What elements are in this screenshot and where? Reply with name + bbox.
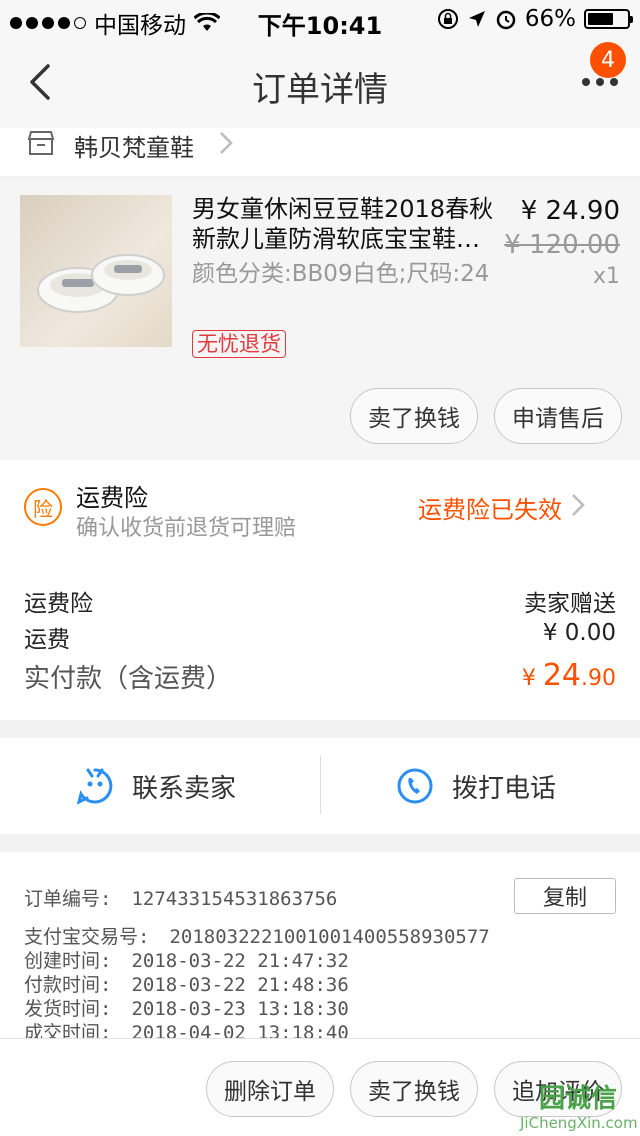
paid-time-row: 付款时间: 2018-03-22 21:48:36 bbox=[24, 974, 349, 996]
return-guarantee-badge: 无忧退货 bbox=[192, 330, 286, 358]
shop-icon bbox=[27, 131, 55, 155]
more-options-icon[interactable] bbox=[582, 78, 618, 86]
watermark-domain: JiChengXin.com bbox=[520, 1114, 638, 1132]
product-card[interactable]: 男女童休闲豆豆鞋2018春秋新款儿童防滑软底宝宝鞋… 颜色分类:BB09白色;尺… bbox=[0, 182, 640, 460]
order-info-section: 订单编号: 127433154531863756 复制 支付宝交易号: 201803… bbox=[0, 852, 640, 1038]
total-paid-row: 实付款（含运费） ¥ 24.90 bbox=[24, 658, 616, 695]
chevron-right-icon bbox=[220, 132, 233, 154]
page-title: 订单详情 bbox=[252, 70, 388, 110]
contact-seller-button[interactable]: 联系卖家 bbox=[76, 738, 236, 834]
site-watermark: 园诚信 JiChengXin.com bbox=[520, 1084, 638, 1134]
product-sku: 颜色分类:BB09白色;尺码:24 bbox=[192, 261, 490, 287]
alipay-number: 2018032221001001400558930577 bbox=[169, 926, 490, 948]
call-phone-label: 拨打电话 bbox=[452, 773, 557, 804]
bottom-action-bar: 删除订单 卖了换钱 追加评价 园诚信 JiChengXin.com bbox=[0, 1038, 640, 1136]
shop-row[interactable]: 韩贝梵童鞋 bbox=[0, 128, 640, 176]
chevron-right-icon[interactable] bbox=[570, 492, 586, 518]
phone-icon bbox=[397, 768, 433, 804]
fee-row-shipping: 运费 ¥ 0.00 bbox=[24, 620, 616, 654]
insurance-description: 确认收货前退货可理赔 bbox=[76, 516, 297, 541]
insurance-section: 险 运费险 确认收货前退货可理赔 运费险已失效 运费险 卖家赠送 运费 ¥ 0.… bbox=[0, 460, 640, 720]
insurance-title: 运费险 bbox=[76, 484, 148, 512]
alipay-number-row: 支付宝交易号: 2018032221001001400558930577 bbox=[24, 926, 490, 948]
order-number: 127433154531863756 bbox=[131, 888, 338, 910]
watermark-logo: 园诚信 bbox=[538, 1084, 617, 1114]
contact-section: 联系卖家 拨打电话 bbox=[0, 738, 640, 834]
fee-label: 运费 bbox=[24, 627, 70, 653]
total-paid-label: 实付款（含运费） bbox=[24, 664, 233, 694]
sell-resale-button[interactable]: 卖了换钱 bbox=[350, 1061, 478, 1117]
created-time-row: 创建时间: 2018-03-22 21:47:32 bbox=[24, 950, 349, 972]
shipped-time-row: 发货时间: 2018-03-23 13:18:30 bbox=[24, 998, 349, 1020]
fee-value: 卖家赠送 bbox=[524, 591, 616, 617]
battery-icon bbox=[584, 9, 633, 29]
shop-name: 韩贝梵童鞋 bbox=[74, 134, 194, 162]
delete-order-button[interactable]: 删除订单 bbox=[206, 1061, 334, 1117]
total-paid-amount: ¥ 24.90 bbox=[521, 658, 616, 693]
alarm-icon bbox=[496, 10, 516, 30]
insurance-icon: 险 bbox=[24, 488, 62, 526]
sell-resale-button[interactable]: 卖了换钱 bbox=[350, 388, 478, 444]
divider bbox=[320, 756, 321, 814]
status-bar: 中国移动 下午10:41 66% bbox=[0, 0, 640, 40]
product-thumbnail[interactable] bbox=[20, 195, 172, 347]
copy-button[interactable]: 复制 bbox=[514, 878, 616, 914]
call-phone-button[interactable]: 拨打电话 bbox=[396, 738, 556, 834]
order-number-row: 订单编号: 127433154531863756 bbox=[24, 888, 338, 910]
nav-bar: 订单详情 4 bbox=[0, 40, 640, 128]
fee-row-insurance: 运费险 卖家赠送 bbox=[24, 584, 616, 618]
contact-seller-label: 联系卖家 bbox=[132, 773, 237, 804]
fee-value: ¥ 0.00 bbox=[542, 620, 616, 646]
chat-face-icon bbox=[76, 768, 113, 805]
product-price: ¥ 24.90 bbox=[520, 196, 620, 226]
completed-time-row: 成交时间: 2018-04-02 13:18:40 bbox=[24, 1022, 349, 1038]
location-arrow-icon bbox=[468, 11, 485, 27]
product-title[interactable]: 男女童休闲豆豆鞋2018春秋新款儿童防滑软底宝宝鞋… bbox=[192, 194, 502, 254]
battery-percent: 66% bbox=[524, 6, 576, 32]
insurance-status-link[interactable]: 运费险已失效 bbox=[418, 490, 562, 525]
product-quantity: x1 bbox=[592, 264, 620, 289]
after-sale-button[interactable]: 申请售后 bbox=[494, 388, 622, 444]
notification-badge: 4 bbox=[590, 42, 626, 78]
rotation-lock-icon bbox=[437, 9, 458, 29]
fee-label: 运费险 bbox=[24, 591, 93, 617]
original-price: ¥ 120.00 bbox=[504, 230, 620, 260]
